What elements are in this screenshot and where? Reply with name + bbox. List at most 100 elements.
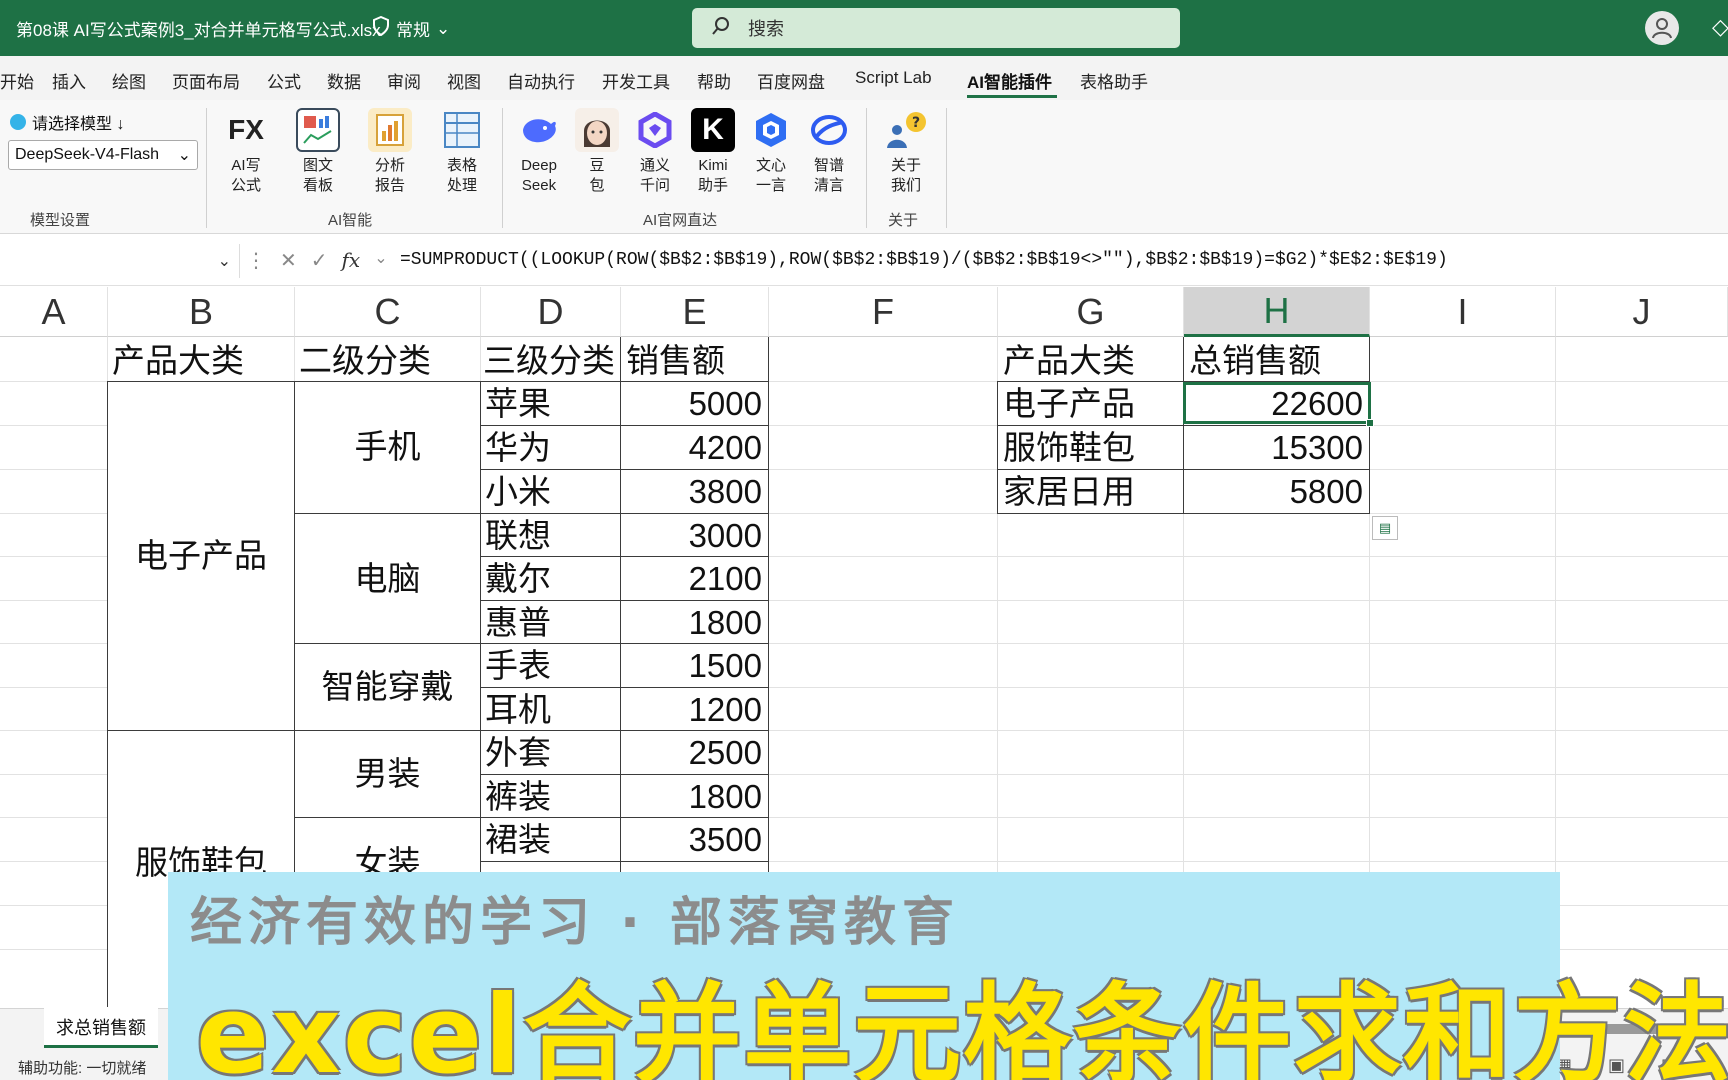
table-row-sales[interactable]: 1500 bbox=[621, 644, 768, 688]
search-placeholder: 搜索 bbox=[748, 19, 784, 39]
more-options-icon[interactable]: ⋮ bbox=[246, 248, 266, 273]
fx-icon: FX bbox=[228, 114, 264, 145]
doubao-label-2: 包 bbox=[589, 177, 605, 194]
dashboard-button[interactable]: 图文 看板 bbox=[287, 108, 349, 196]
column-header-e[interactable]: E bbox=[621, 287, 769, 337]
header-product-category[interactable]: 产品大类 bbox=[112, 339, 244, 383]
column-header-j[interactable]: J bbox=[1556, 287, 1728, 337]
table-row-sales[interactable]: 1800 bbox=[621, 601, 768, 645]
table-row-sales[interactable]: 2100 bbox=[621, 557, 768, 601]
table-row-sales[interactable]: 3500 bbox=[621, 818, 768, 862]
table-row-sales[interactable]: 1800 bbox=[621, 775, 768, 819]
active-cell-selection[interactable] bbox=[1183, 382, 1371, 424]
column-header-a[interactable]: A bbox=[0, 287, 108, 337]
header-sales[interactable]: 销售额 bbox=[626, 339, 725, 383]
chevron-down-icon[interactable]: ⌄ bbox=[374, 248, 387, 273]
table-process-button[interactable]: 表格 处理 bbox=[431, 108, 493, 196]
table-row-item[interactable]: 联想 bbox=[485, 514, 551, 558]
cell-sub-wearable[interactable]: 智能穿戴 bbox=[295, 644, 480, 730]
table-row-item[interactable]: 戴尔 bbox=[485, 557, 551, 601]
tab-developer[interactable]: 开发工具 bbox=[602, 68, 670, 93]
group-label-ai-smart: AI智能 bbox=[328, 212, 373, 229]
tongyi-button[interactable]: 通义 千问 bbox=[624, 108, 686, 196]
column-header-b[interactable]: B bbox=[108, 287, 295, 337]
tab-view[interactable]: 视图 bbox=[447, 68, 481, 93]
cell-category-electronics[interactable]: 电子产品 bbox=[108, 382, 294, 730]
cancel-icon[interactable]: ✕ bbox=[280, 248, 297, 273]
wenxin-button[interactable]: 文心 一言 bbox=[740, 108, 802, 196]
table-row-item[interactable]: 手表 bbox=[485, 644, 551, 688]
table-row-sales[interactable]: 2500 bbox=[621, 731, 768, 775]
tab-draw[interactable]: 绘图 bbox=[112, 68, 146, 93]
tab-formulas[interactable]: 公式 bbox=[267, 68, 301, 93]
user-avatar[interactable] bbox=[1645, 11, 1679, 45]
table-row-sales[interactable]: 1200 bbox=[621, 688, 768, 732]
insert-function-icon[interactable]: fx bbox=[342, 248, 361, 273]
tab-baidu-pan[interactable]: 百度网盘 bbox=[757, 68, 825, 93]
ai-formula-button[interactable]: FX AI写 公式 bbox=[215, 108, 277, 196]
tab-script-lab[interactable]: Script Lab bbox=[855, 68, 932, 88]
summary-row-total[interactable]: 5800 bbox=[1184, 470, 1369, 514]
ribbon: 请选择模型 ↓ DeepSeek-V4-Flash ⌄ 模型设置 FX AI写 … bbox=[0, 100, 1728, 234]
table-row-sales[interactable]: 4200 bbox=[621, 426, 768, 470]
tab-automate[interactable]: 自动执行 bbox=[507, 68, 575, 93]
deepseek-button[interactable]: Deep Seek bbox=[508, 108, 570, 196]
table-row-sales[interactable]: 5000 bbox=[621, 382, 768, 426]
tongyi-icon bbox=[633, 108, 677, 152]
column-header-c[interactable]: C bbox=[295, 287, 481, 337]
tab-data[interactable]: 数据 bbox=[327, 68, 361, 93]
quick-analysis-icon[interactable]: ▤ bbox=[1372, 516, 1398, 540]
column-header-g[interactable]: G bbox=[998, 287, 1184, 337]
tab-review[interactable]: 审阅 bbox=[387, 68, 421, 93]
doubao-button[interactable]: 豆 包 bbox=[566, 108, 628, 196]
tab-insert[interactable]: 插入 bbox=[52, 68, 86, 93]
premium-diamond-icon[interactable]: ◇ bbox=[1712, 14, 1728, 40]
accessibility-status[interactable]: 辅助功能: 一切就绪 bbox=[18, 1057, 146, 1078]
table-row-item[interactable]: 华为 bbox=[485, 426, 551, 470]
confirm-icon[interactable]: ✓ bbox=[311, 248, 328, 273]
wenxin-label-1: 文心 bbox=[755, 157, 786, 174]
report-button[interactable]: 分析 报告 bbox=[359, 108, 421, 196]
model-select[interactable]: DeepSeek-V4-Flash ⌄ bbox=[8, 140, 198, 170]
model-label[interactable]: 请选择模型 ↓ bbox=[10, 110, 124, 134]
tab-ai-plugin[interactable]: AI智能插件 bbox=[967, 68, 1052, 93]
about-us-button[interactable]: ? 关于 我们 bbox=[875, 108, 937, 196]
tab-home[interactable]: 开始 bbox=[0, 68, 34, 93]
zhipu-button[interactable]: 智谱 清言 bbox=[798, 108, 860, 196]
table-row-item[interactable]: 裤装 bbox=[485, 775, 551, 819]
summary-row-category[interactable]: 服饰鞋包 bbox=[1003, 426, 1135, 470]
table-row-item[interactable]: 耳机 bbox=[485, 688, 551, 732]
cell-sub-phone[interactable]: 手机 bbox=[295, 382, 480, 512]
search-box[interactable]: 搜索 bbox=[692, 8, 1180, 48]
header-third-category[interactable]: 三级分类 bbox=[483, 339, 615, 383]
sheet-tab-total-sales[interactable]: 求总销售额 bbox=[44, 1008, 158, 1048]
table-row-item[interactable]: 裙装 bbox=[485, 818, 551, 862]
column-header-i[interactable]: I bbox=[1370, 287, 1556, 337]
header-total-sales[interactable]: 总销售额 bbox=[1189, 339, 1321, 383]
column-header-d[interactable]: D bbox=[481, 287, 621, 337]
summary-row-category[interactable]: 电子产品 bbox=[1003, 382, 1135, 426]
table-row-item[interactable]: 苹果 bbox=[485, 382, 551, 426]
table-row-item[interactable]: 小米 bbox=[485, 470, 551, 514]
deepseek-label-2: Seek bbox=[521, 177, 557, 194]
tab-help[interactable]: 帮助 bbox=[697, 68, 731, 93]
table-row-item[interactable]: 外套 bbox=[485, 731, 551, 775]
formula-input[interactable]: =SUMPRODUCT((LOOKUP(ROW($B$2:$B$19),ROW(… bbox=[400, 250, 1448, 270]
table-row-item[interactable]: 惠普 bbox=[485, 601, 551, 645]
header-subcategory[interactable]: 二级分类 bbox=[299, 339, 431, 383]
name-box[interactable]: ⌄ bbox=[0, 244, 240, 278]
table-row-sales[interactable]: 3000 bbox=[621, 514, 768, 558]
column-header-f[interactable]: F bbox=[769, 287, 998, 337]
table-row-sales[interactable]: 3800 bbox=[621, 470, 768, 514]
tab-page-layout[interactable]: 页面布局 bbox=[172, 68, 240, 93]
kimi-button[interactable]: K Kimi 助手 bbox=[682, 108, 744, 196]
header-summary-category[interactable]: 产品大类 bbox=[1003, 339, 1135, 383]
sensitivity-label[interactable]: 常规 ⌄ bbox=[372, 15, 450, 41]
column-header-h[interactable]: H bbox=[1184, 287, 1370, 337]
tab-table-helper[interactable]: 表格助手 bbox=[1080, 68, 1148, 93]
fill-handle[interactable] bbox=[1366, 419, 1374, 427]
summary-row-category[interactable]: 家居日用 bbox=[1003, 470, 1135, 514]
cell-sub-pc[interactable]: 电脑 bbox=[295, 514, 480, 643]
cell-sub-men[interactable]: 男装 bbox=[295, 731, 480, 817]
summary-row-total[interactable]: 15300 bbox=[1184, 426, 1369, 470]
